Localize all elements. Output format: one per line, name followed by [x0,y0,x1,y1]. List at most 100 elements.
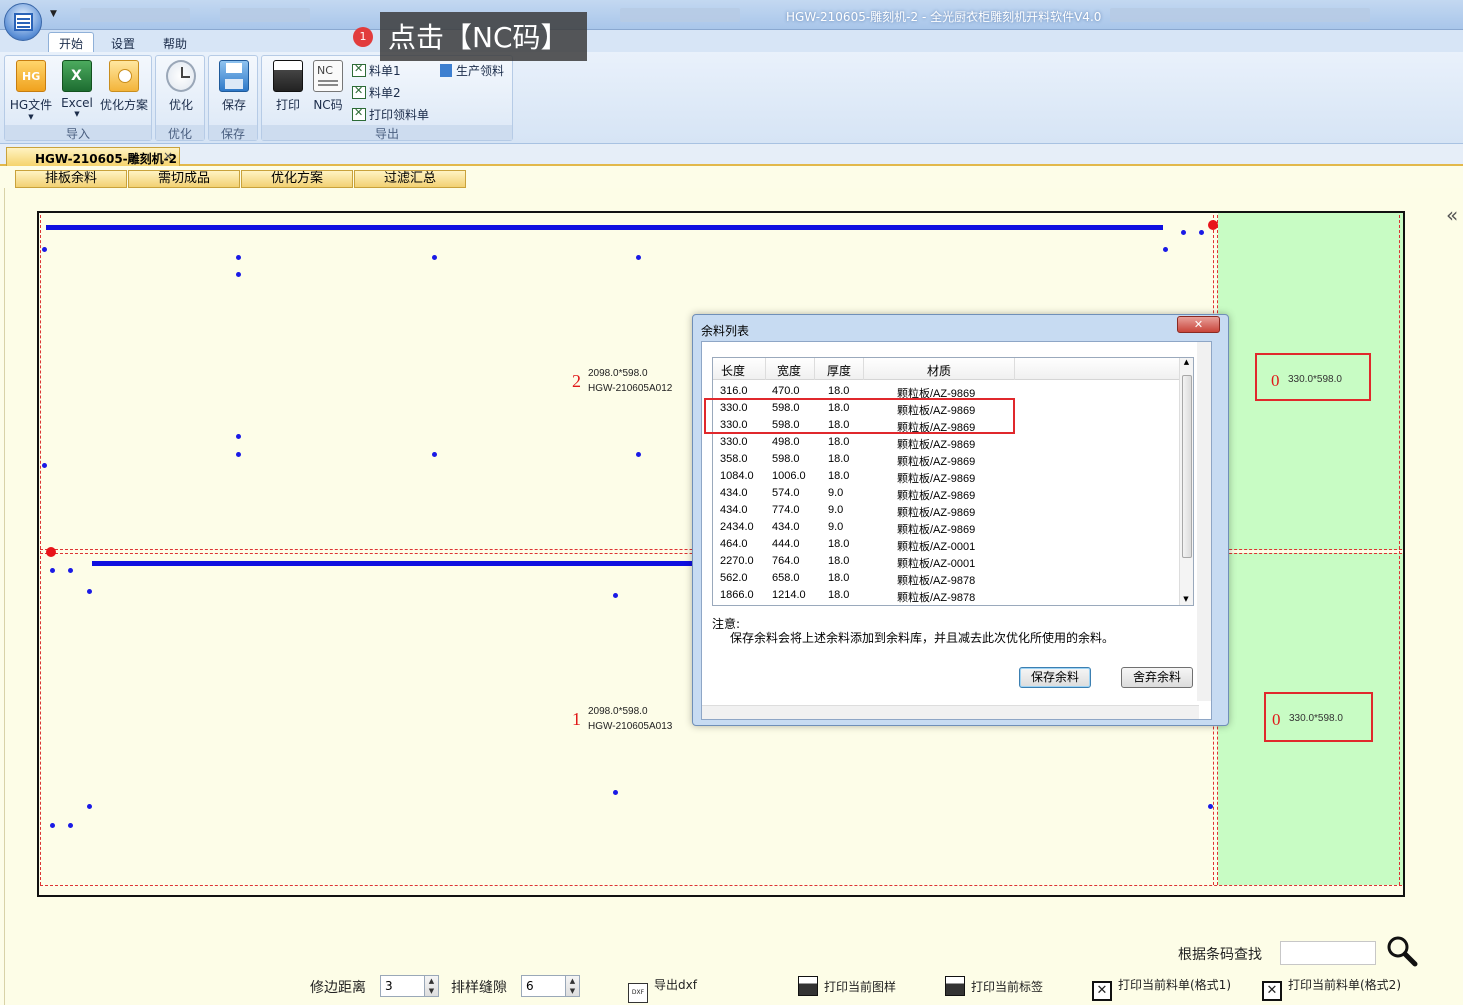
drill-hole [1208,804,1213,809]
part-label: 2098.0*598.0 HGW-210605A012 [588,368,673,394]
nc-file-icon: NC [313,60,343,92]
barcode-search-input[interactable] [1280,941,1376,965]
table-cell: 颗粒板/AZ-9869 [897,490,976,502]
remnant-table[interactable]: 长度 宽度 厚度 材质 316.0 470.0 18.0 颗粒板/AZ-9869 330… [712,357,1194,606]
discard-remnant-button[interactable]: 舍弃余料 [1121,667,1193,688]
group-label-export: 导出 [262,125,512,141]
drill-hole [613,790,618,795]
print-label-button[interactable]: 打印当前标签 [945,976,1043,996]
part-number: 2 [572,371,581,391]
search-icon[interactable] [1385,934,1419,968]
save-button[interactable]: 保存 [212,60,256,113]
drill-hole [236,255,241,260]
drill-hole [432,452,437,457]
tab-help[interactable]: 帮助 [153,33,197,53]
print-picking-list-button[interactable]: 打印领料单 [352,106,429,123]
tab-layout-remnants[interactable]: 排板余料 [15,170,127,188]
table-row[interactable]: 464.0 444.0 18.0 颗粒板/AZ-0001 [713,536,1183,553]
origin-marker [1208,220,1218,230]
export-dxf-button[interactable]: DXF导出dxf [628,976,697,1003]
cut-line [1399,215,1400,885]
table-row[interactable]: 1084.0 1006.0 18.0 颗粒板/AZ-9869 [713,468,1183,485]
table-row[interactable]: 434.0 774.0 9.0 颗粒板/AZ-9869 [713,502,1183,519]
dialog-horizontal-scrollbar[interactable] [702,705,1199,719]
tab-cut-parts[interactable]: 需切成品 [128,170,240,188]
drill-hole [1199,230,1204,235]
tab-optimization-plan[interactable]: 优化方案 [241,170,353,188]
table-row[interactable]: 434.0 574.0 9.0 颗粒板/AZ-9869 [713,485,1183,502]
group-label-save: 保存 [209,125,257,141]
title-bar: HGW-210605-雕刻机-2 - 全光厨衣柜雕刻机开料软件V4.0 [0,0,1463,30]
excel-icon [352,64,366,77]
table-cell: 1866.0 [720,589,754,601]
print-pattern-button[interactable]: 打印当前图样 [798,976,896,996]
ribbon: HG HG文件 ▼ X Excel ▼ 优化方案 导入 优化 优化 保存 保存 打印 [0,52,1463,144]
print-material-list-format1-button[interactable]: ✕ 打印当前料单(格式1) [1092,976,1231,1001]
table-cell: 358.0 [720,453,748,465]
table-row[interactable]: 2270.0 764.0 18.0 颗粒板/AZ-0001 [713,553,1183,570]
save-remnant-button[interactable]: 保存余料 [1019,667,1091,688]
window-title: HGW-210605-雕刻机-2 - 全光厨衣柜雕刻机开料软件V4.0 [786,10,1102,24]
layout-gap-input[interactable]: 6 [521,975,566,997]
table-row[interactable]: 358.0 598.0 18.0 颗粒板/AZ-9869 [713,451,1183,468]
table-cell: 498.0 [772,436,800,448]
hg-file-button[interactable]: HG HG文件 ▼ [9,60,53,121]
trim-distance-input[interactable]: 3 [380,975,425,997]
trim-distance-stepper[interactable]: ▲ ▼ [424,975,439,997]
table-header: 长度 宽度 厚度 材质 [713,358,1183,380]
app-menu-button[interactable] [4,3,42,41]
table-scrollbar[interactable]: ▲ ▼ [1179,358,1193,605]
excel-button[interactable]: X Excel ▼ [57,60,97,118]
material-list-1-button[interactable]: 料单1 [352,62,401,79]
table-cell: 2434.0 [720,521,754,533]
print-material-list-format2-button[interactable]: ✕ 打印当前料单(格式2) [1262,976,1401,1001]
drill-hole [236,272,241,277]
picking-icon [440,64,452,77]
column-header[interactable]: 材质 [927,362,951,379]
remnant-list-dialog: 余料列表 ✕ 长度 宽度 厚度 材质 316.0 470.0 18.0 颗粒板/AZ-… [692,314,1229,726]
column-header[interactable]: 宽度 [777,362,801,379]
drill-hole [1163,247,1168,252]
table-cell: 18.0 [828,572,850,584]
hg-file-icon: HG [16,60,46,92]
scroll-thumb[interactable] [1182,375,1192,558]
collapse-panel-icon[interactable]: « [1446,203,1458,227]
column-header[interactable]: 厚度 [827,362,851,379]
print-button[interactable]: 打印 [266,60,310,113]
layout-gap-stepper[interactable]: ▲ ▼ [565,975,580,997]
nc-code-button[interactable]: NC NC码 [308,60,348,113]
tab-settings[interactable]: 设置 [101,33,145,53]
column-header[interactable]: 长度 [721,362,745,379]
groove-line [92,561,696,566]
dialog-vertical-scrollbar[interactable] [1197,342,1211,701]
dxf-file-icon: DXF [628,983,648,1003]
table-row[interactable]: 2434.0 434.0 9.0 颗粒板/AZ-9869 [713,519,1183,536]
production-picking-button[interactable]: 生产领料 [440,62,504,79]
table-row[interactable]: 562.0 658.0 18.0 颗粒板/AZ-9878 [713,570,1183,587]
table-row[interactable]: 330.0 498.0 18.0 颗粒板/AZ-9869 [713,434,1183,451]
optimize-button[interactable]: 优化 [159,60,203,113]
table-row[interactable]: 1866.0 1214.0 18.0 颗粒板/AZ-9878 [713,587,1183,604]
table-cell: 颗粒板/AZ-9869 [897,439,976,451]
close-icon[interactable]: ✕ [1177,316,1220,333]
tab-start[interactable]: 开始 [48,32,95,52]
excel-icon: X [62,60,92,92]
drill-hole [236,434,241,439]
excel-icon: ✕ [1092,981,1112,1001]
app-icon [14,13,33,31]
material-list-2-button[interactable]: 料单2 [352,84,401,101]
document-tab[interactable]: HGW-210605-雕刻机-2 × [6,147,180,166]
close-tab-icon[interactable]: × [163,149,173,163]
printer-icon [798,976,818,996]
optimization-plan-button[interactable]: 优化方案 [97,60,151,113]
quick-access-dropdown-icon[interactable]: ▼ [50,9,57,19]
tab-filter-summary[interactable]: 过滤汇总 [354,170,466,188]
table-cell: 562.0 [720,572,748,584]
excel-icon [352,108,366,121]
table-cell: 18.0 [828,453,850,465]
blurred-region [220,8,310,22]
table-cell: 1214.0 [772,589,806,601]
table-cell: 颗粒板/AZ-0001 [897,558,976,570]
group-label-import: 导入 [5,125,151,141]
table-cell: 颗粒板/AZ-9878 [897,575,976,587]
